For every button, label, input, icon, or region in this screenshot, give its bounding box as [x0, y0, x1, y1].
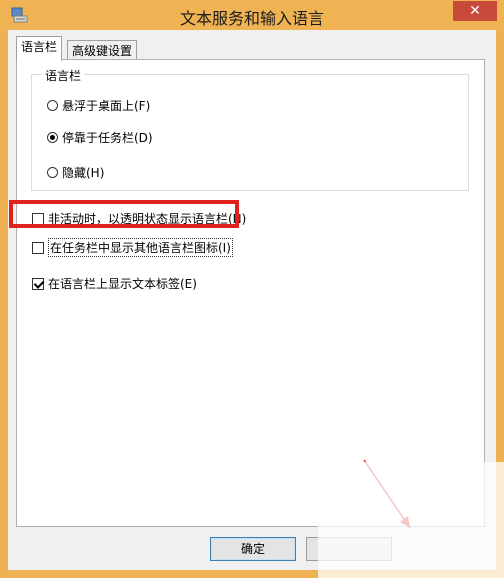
checkbox-label: 在任务栏中显示其他语言栏图标(I): [48, 238, 233, 257]
tab-advanced-key-settings[interactable]: 高级键设置: [67, 40, 138, 61]
red-highlight-box: [9, 200, 239, 228]
radio-circle[interactable]: [47, 167, 58, 178]
checkbox-show-text-labels[interactable]: 在语言栏上显示文本标签(E): [32, 275, 197, 292]
radio-label: 停靠于任务栏(D): [62, 131, 153, 145]
radio-circle[interactable]: [47, 132, 58, 143]
radio-docked-in-taskbar[interactable]: 停靠于任务栏(D): [47, 129, 153, 146]
tab-panel-language-bar: 语言栏 悬浮于桌面上(F) 停靠于任务栏(D) 隐藏(H) 非活动时，以透明状态…: [16, 59, 485, 529]
language-bar-groupbox: 语言栏 悬浮于桌面上(F) 停靠于任务栏(D) 隐藏(H): [31, 67, 469, 191]
radio-circle[interactable]: [47, 100, 58, 111]
checkbox-box[interactable]: [32, 241, 44, 254]
radio-hidden[interactable]: 隐藏(H): [47, 164, 104, 181]
watermark-overlay: [318, 462, 504, 578]
checkbox-label: 在语言栏上显示文本标签(E): [48, 277, 197, 291]
groupbox-legend: 语言栏: [42, 67, 85, 84]
close-button[interactable]: ✕: [453, 1, 497, 21]
window-title: 文本服务和输入语言: [179, 9, 324, 28]
checkbox-show-additional-icons-in-taskbar[interactable]: 在任务栏中显示其他语言栏图标(I): [32, 238, 233, 257]
radio-label: 隐藏(H): [62, 166, 105, 180]
checkbox-box[interactable]: [32, 277, 44, 290]
title-bar[interactable]: 文本服务和输入语言 ✕: [0, 0, 504, 30]
radio-label: 悬浮于桌面上(F): [62, 99, 151, 113]
ok-button[interactable]: 确定: [210, 537, 296, 561]
radio-float-on-desktop[interactable]: 悬浮于桌面上(F): [47, 97, 150, 114]
dialog-window: 文本服务和输入语言 ✕ 语言栏 高级键设置 语言栏 悬浮于桌面上(F) 停靠于任…: [0, 0, 504, 578]
tab-language-bar[interactable]: 语言栏: [16, 36, 63, 61]
